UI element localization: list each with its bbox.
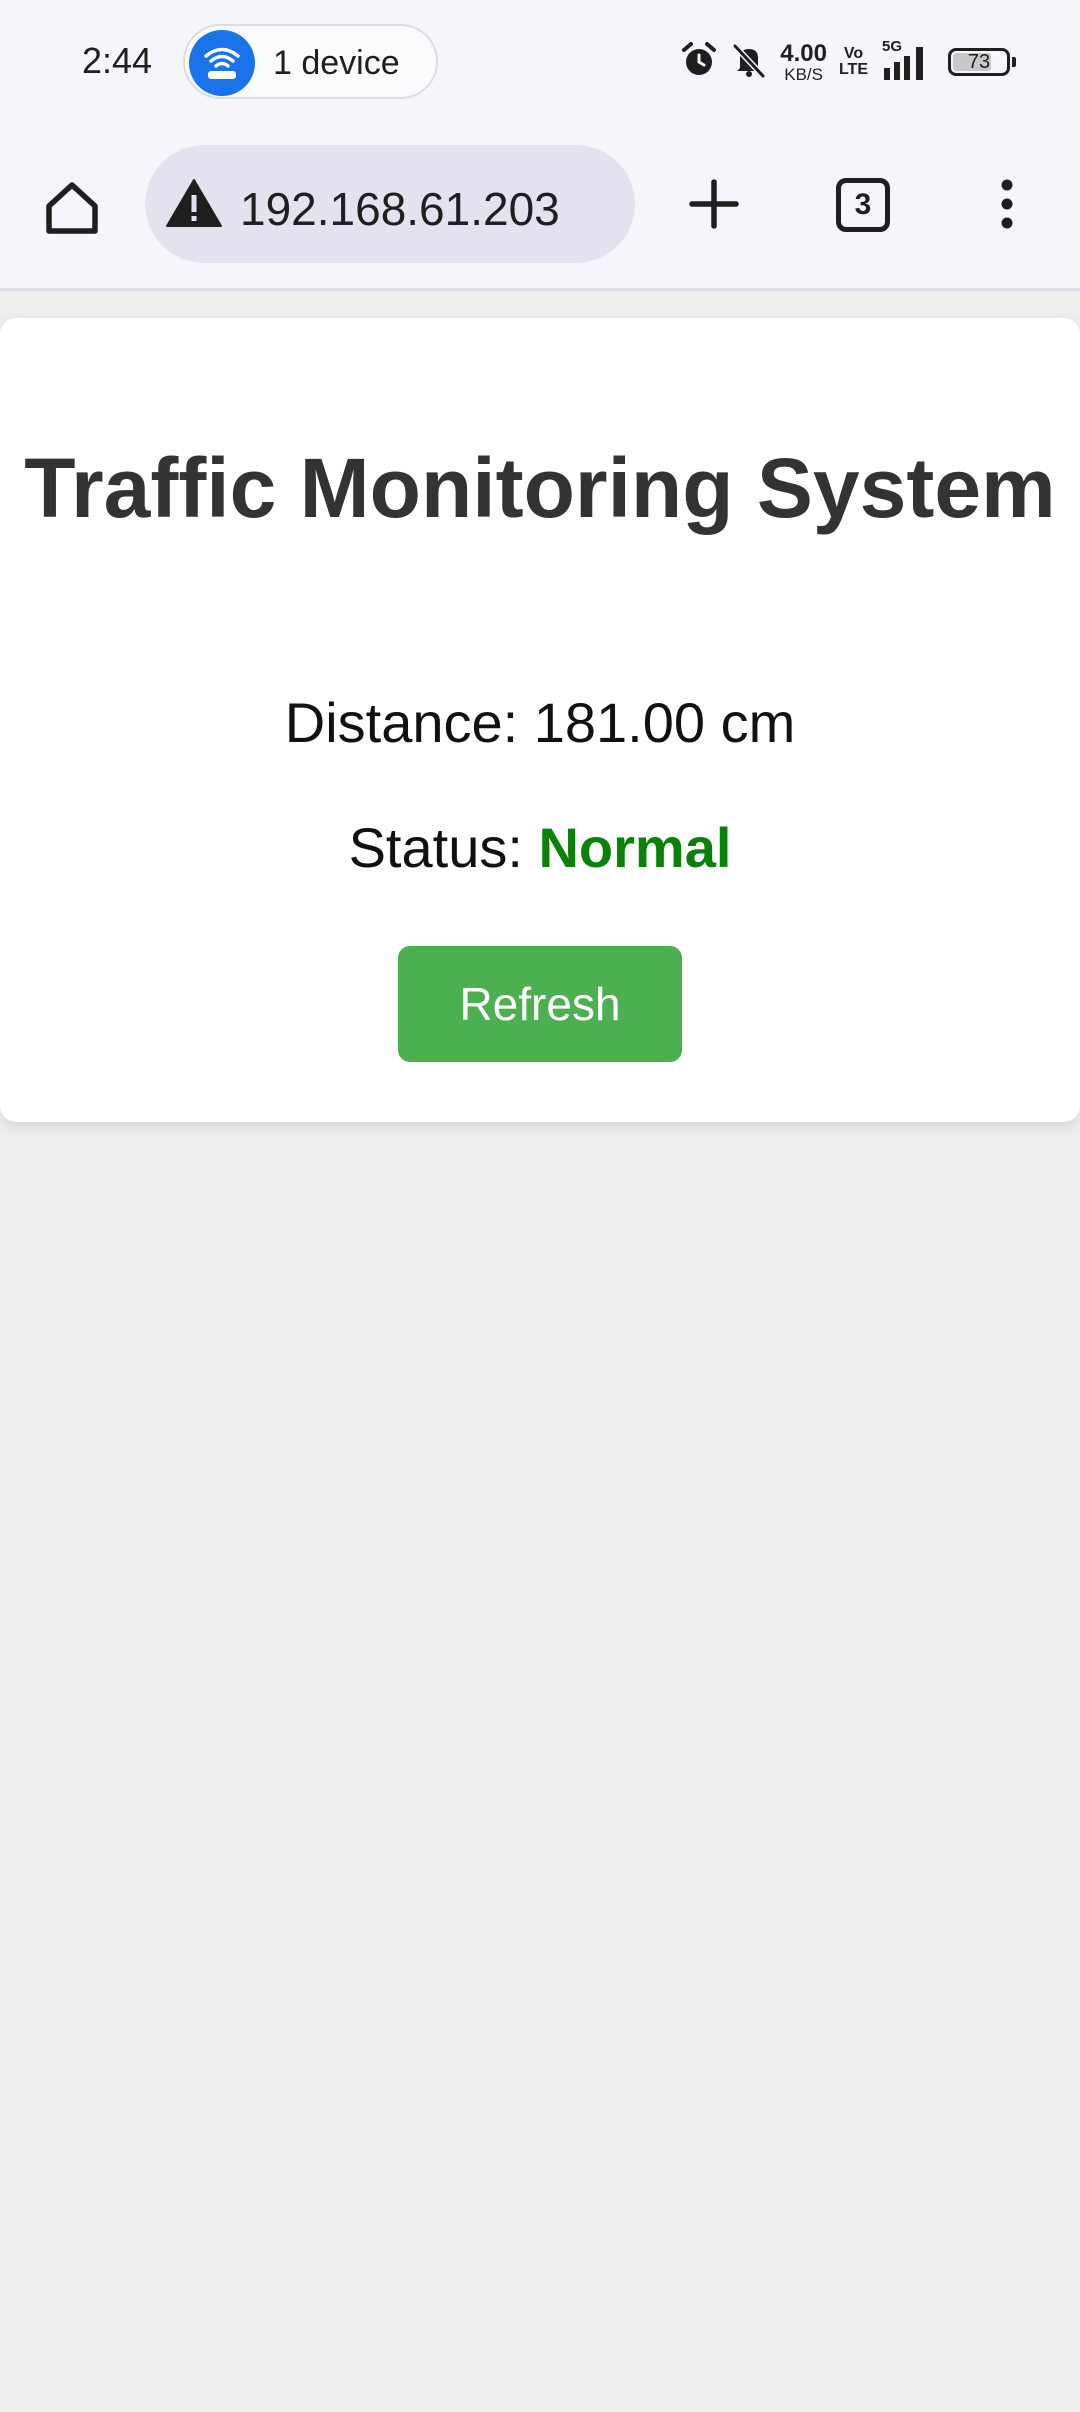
status-bar: 2:44 1 device 4.00 KB/S Vo LTE 5G 73	[0, 0, 1080, 124]
page-title: Traffic Monitoring System	[24, 441, 1056, 535]
more-options-button[interactable]	[985, 164, 1029, 244]
bell-muted-icon	[730, 41, 768, 84]
new-tab-button[interactable]	[674, 164, 754, 244]
status-line: Status: Normal	[0, 815, 1080, 880]
monitor-card: Traffic Monitoring System Distance: 181.…	[0, 318, 1080, 1122]
signal-icon: 5G	[880, 38, 930, 82]
status-icons: 4.00 KB/S Vo LTE 5G 73	[680, 34, 1016, 90]
distance-reading: Distance: 181.00 cm	[284, 691, 796, 754]
volte-indicator: Vo LTE	[839, 46, 868, 78]
status-time: 2:44	[82, 40, 153, 81]
network-speed-unit: KB/S	[784, 64, 823, 84]
url-text[interactable]: 192.168.61.203	[240, 182, 560, 236]
status-value: Normal	[538, 816, 732, 879]
status-label: Status:	[348, 816, 523, 879]
home-button[interactable]	[32, 168, 112, 248]
battery-level: 73	[967, 51, 991, 73]
hotspot-chip[interactable]: 1 device	[183, 24, 438, 99]
browser-toolbar: 192.168.61.203 3	[0, 124, 1080, 291]
volte-top: Vo	[843, 45, 864, 62]
refresh-button[interactable]: Refresh	[398, 946, 682, 1062]
address-bar[interactable]: 192.168.61.203	[145, 145, 635, 263]
plus-icon	[689, 179, 739, 229]
tab-switcher-button[interactable]: 3	[836, 178, 890, 232]
network-speed-value: 4.00	[780, 39, 827, 67]
hotspot-wifi-icon	[189, 30, 255, 96]
hotspot-label: 1 device	[273, 44, 400, 82]
more-vert-icon	[1001, 179, 1013, 229]
warning-icon[interactable]	[165, 177, 223, 229]
network-speed: 4.00 KB/S	[780, 39, 827, 84]
alarm-icon	[680, 41, 718, 84]
home-icon	[46, 182, 98, 234]
volte-bottom: LTE	[838, 61, 868, 78]
battery-icon: 73	[948, 48, 1016, 76]
